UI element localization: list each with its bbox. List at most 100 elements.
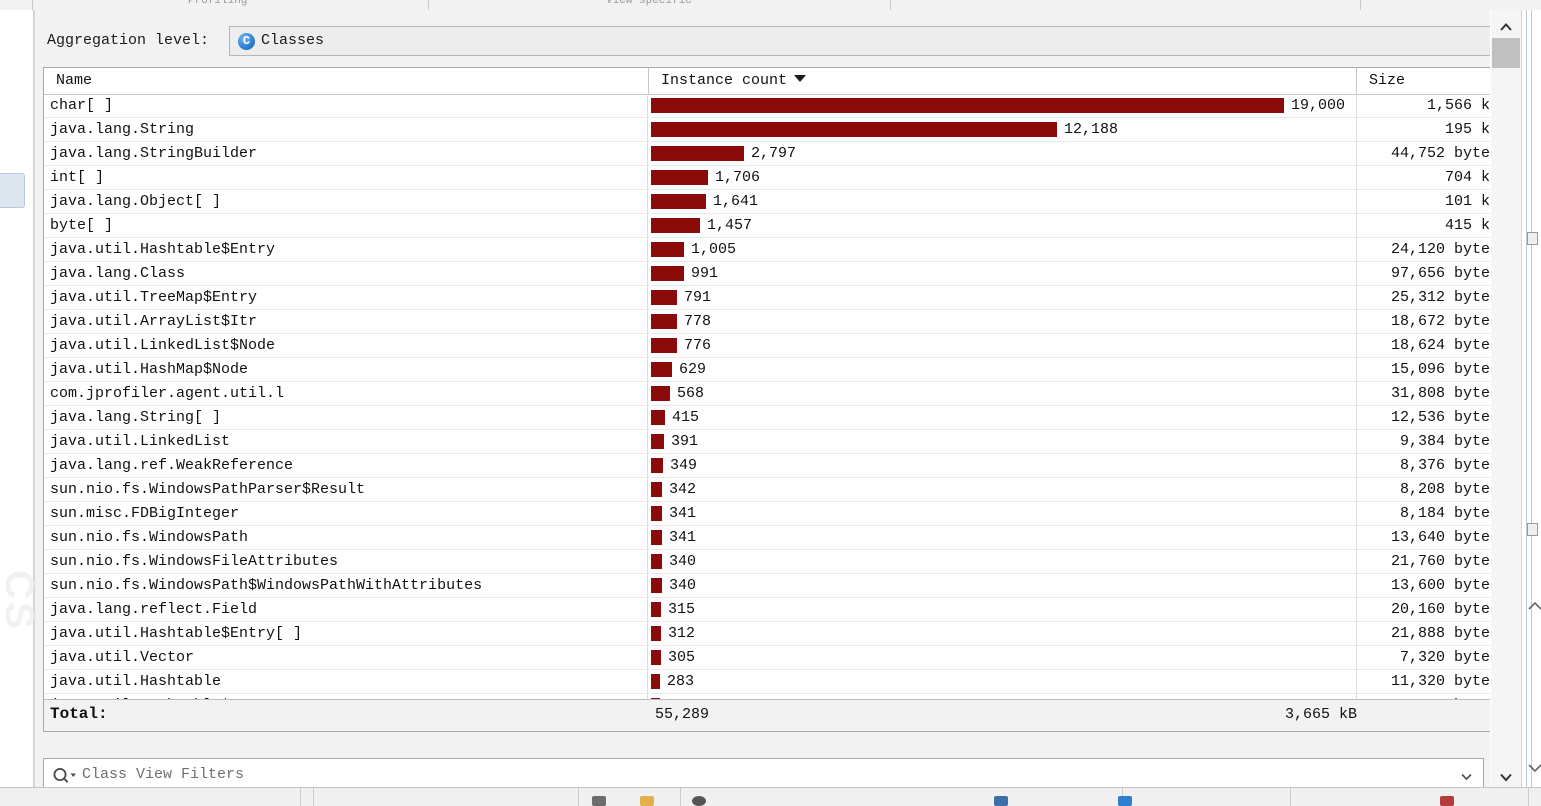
- cell-class-name: java.util.LinkedList: [44, 430, 648, 453]
- table-row[interactable]: java.util.LinkedList$Node 776 18,624 bytes: [44, 334, 1507, 358]
- table-row[interactable]: sun.misc.FDBigInteger 341 8,184 bytes: [44, 502, 1507, 526]
- cell-class-name: java.util.Vector: [44, 646, 648, 669]
- instance-count-bar: [651, 194, 706, 209]
- cell-size: 101 kB: [1444, 193, 1499, 210]
- table-row[interactable]: java.util.HashMap$Node 629 15,096 bytes: [44, 358, 1507, 382]
- window-scrollbar-thumb[interactable]: [1492, 38, 1520, 68]
- scroll-up-icon[interactable]: [1497, 18, 1515, 36]
- cell-instance-count: 19,000: [649, 94, 1357, 117]
- table-row[interactable]: java.util.Vector 305 7,320 bytes: [44, 646, 1507, 670]
- cell-class-name: sun.nio.fs.WindowsPath: [44, 526, 648, 549]
- instance-count-bar: [651, 530, 662, 545]
- instance-count-bar: [651, 626, 661, 641]
- table-row[interactable]: byte[ ] 1,457 415 kB: [44, 214, 1507, 238]
- table-row[interactable]: java.util.Hashtable$Entry[ ] 312 21,888 by…: [44, 622, 1507, 646]
- cell-instance-count: 776: [649, 334, 1357, 357]
- instance-count-bar: [651, 554, 662, 569]
- cell-instance-count: 341: [649, 502, 1357, 525]
- table-row[interactable]: sun.nio.fs.WindowsPathParser$Result 342 8,…: [44, 478, 1507, 502]
- table-rows-viewport[interactable]: char[ ] 19,000 1,566 kB java.lang.String 12,…: [44, 94, 1507, 699]
- cell-class-name: sun.nio.fs.WindowsFileAttributes: [44, 550, 648, 573]
- table-row[interactable]: java.lang.ref.WeakReference 349 8,376 byte…: [44, 454, 1507, 478]
- cell-size: 1,566 kB: [1426, 97, 1499, 114]
- instance-count-bar: [651, 410, 665, 425]
- cell-class-name: java.util.LinkedList$Node: [44, 334, 648, 357]
- instance-count-value: 341: [669, 505, 697, 522]
- cell-size: 195 kB: [1444, 121, 1499, 138]
- instance-count-value: 415: [672, 409, 700, 426]
- cell-class-name: java.util.HashMap$Node: [44, 358, 648, 381]
- cell-size: 44,752 bytes: [1390, 145, 1499, 162]
- table-row[interactable]: java.lang.Class 991 97,656 bytes: [44, 262, 1507, 286]
- table-row[interactable]: java.lang.String[ ] 415 12,536 bytes: [44, 406, 1507, 430]
- chevron-up-icon[interactable]: [1527, 600, 1541, 612]
- table-row[interactable]: java.util.LinkedList 391 9,384 bytes: [44, 430, 1507, 454]
- cell-instance-count: 283: [649, 670, 1357, 693]
- cell-instance-count: 791: [649, 286, 1357, 309]
- search-icon[interactable]: [52, 766, 78, 785]
- table-row[interactable]: java.lang.StringBuilder 2,797 44,752 bytes: [44, 142, 1507, 166]
- filter-placeholder: Class View Filters: [82, 766, 245, 783]
- instance-count-value: 315: [668, 601, 696, 618]
- table-row[interactable]: java.util.ArrayList$Itr 778 18,672 bytes: [44, 310, 1507, 334]
- cell-class-name: sun.nio.fs.WindowsPathParser$Result: [44, 478, 648, 501]
- table-row[interactable]: char[ ] 19,000 1,566 kB: [44, 94, 1507, 118]
- window-vertical-scrollbar[interactable]: [1491, 10, 1522, 790]
- window-right-chrome: [1490, 10, 1541, 806]
- cell-class-name: java.util.TreeMap$Entry: [44, 286, 648, 309]
- record-icon[interactable]: [692, 796, 706, 806]
- cell-size: 21,888 bytes: [1390, 625, 1499, 642]
- table-row[interactable]: java.lang.String 12,188 195 kB: [44, 118, 1507, 142]
- cell-instance-count: 1,005: [649, 238, 1357, 261]
- bottom-status-strip: [0, 787, 1541, 806]
- cell-size: 24,120 bytes: [1390, 241, 1499, 258]
- cell-instance-count: 2,797: [649, 142, 1357, 165]
- left-gutter-tab[interactable]: [0, 173, 25, 208]
- cell-instance-count: 1,706: [649, 166, 1357, 189]
- instance-count-value: 305: [668, 649, 696, 666]
- chevron-down-icon[interactable]: [1527, 762, 1541, 774]
- chevron-down-icon[interactable]: [1460, 770, 1473, 783]
- table-row[interactable]: java.util.Hashtable$Entry 1,005 24,120 byt…: [44, 238, 1507, 262]
- profiling-icon[interactable]: [1440, 796, 1454, 806]
- table-row[interactable]: sun.nio.fs.WindowsFileAttributes 340 21,76…: [44, 550, 1507, 574]
- table-row[interactable]: int[ ] 1,706 704 kB: [44, 166, 1507, 190]
- cell-class-name: java.util.Hashtable: [44, 670, 648, 693]
- cell-size: 11,320 bytes: [1390, 673, 1499, 690]
- table-row[interactable]: java.util.TreeMap$Entry 791 25,312 bytes: [44, 286, 1507, 310]
- scroll-down-icon[interactable]: [1497, 768, 1515, 786]
- cell-class-name: byte[ ]: [44, 214, 648, 237]
- table-row[interactable]: sun.nio.fs.WindowsPath$WindowsPathWithAt…: [44, 574, 1507, 598]
- mark-heap-icon[interactable]: [1118, 796, 1132, 806]
- cell-class-name: com.jprofiler.agent.util.l: [44, 382, 648, 405]
- instance-count-bar: [651, 674, 660, 689]
- cell-size: 97,656 bytes: [1390, 265, 1499, 282]
- left-gutter-watermark: C S: [0, 570, 34, 625]
- table-row[interactable]: java.lang.reflect.Field 315 20,160 bytes: [44, 598, 1507, 622]
- cell-instance-count: 342: [649, 478, 1357, 501]
- cell-class-name: java.lang.ref.WeakReference: [44, 454, 648, 477]
- instance-count-bar: [651, 482, 662, 497]
- column-header-name[interactable]: Name: [44, 68, 649, 94]
- column-header-instance-count[interactable]: Instance count: [649, 68, 1357, 94]
- instance-count-bar: [651, 290, 677, 305]
- cell-size: 18,624 bytes: [1390, 337, 1499, 354]
- cell-size: 31,808 bytes: [1390, 385, 1499, 402]
- cell-instance-count: 778: [649, 310, 1357, 333]
- aggregation-level-combobox[interactable]: C Classes: [229, 26, 1519, 56]
- aggregation-level-label: Aggregation level:: [47, 32, 210, 49]
- cell-class-name: java.lang.reflect.Field: [44, 598, 648, 621]
- cell-instance-count: 340: [649, 574, 1357, 597]
- save-snapshot-icon[interactable]: [592, 796, 606, 806]
- cell-size: 8,184 bytes: [1399, 505, 1499, 522]
- open-snapshot-icon[interactable]: [640, 796, 654, 806]
- table-row[interactable]: sun.nio.fs.WindowsPath 341 13,640 bytes: [44, 526, 1507, 550]
- instance-count-value: 791: [684, 289, 712, 306]
- table-row[interactable]: java.util.Hashtable 283 11,320 bytes: [44, 670, 1507, 694]
- class-view-panel: Aggregation level: C Classes Name Instan…: [34, 10, 1535, 806]
- table-row[interactable]: java.lang.Object[ ] 1,641 101 kB: [44, 190, 1507, 214]
- cell-size: 9,384 bytes: [1399, 433, 1499, 450]
- table-row[interactable]: com.jprofiler.agent.util.l 568 31,808 byte…: [44, 382, 1507, 406]
- gc-icon[interactable]: [994, 796, 1008, 806]
- instance-count-bar: [651, 434, 664, 449]
